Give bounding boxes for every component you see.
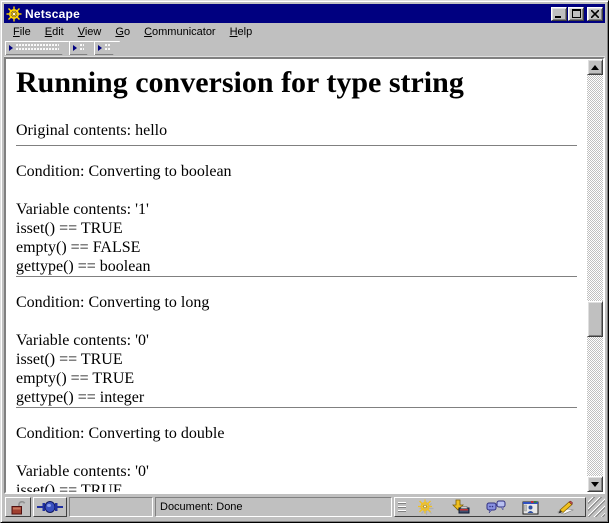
- variable-contents-line: Variable contents: '1': [16, 201, 149, 218]
- variable-contents-line: Variable contents: '0': [16, 332, 149, 349]
- security-button[interactable]: [5, 497, 31, 517]
- empty-line: empty() == FALSE: [16, 239, 141, 256]
- toolbar-strip: [4, 41, 605, 57]
- gettype-line: gettype() == integer: [16, 389, 145, 406]
- expand-arrow-icon: [98, 45, 102, 51]
- toolbar-grip-dots: [16, 44, 59, 52]
- address-book-button[interactable]: [513, 498, 548, 516]
- security-lock-icon: [11, 500, 26, 514]
- section-divider: [16, 276, 577, 278]
- window-title: Netscape: [25, 6, 80, 21]
- scroll-down-icon: [591, 481, 599, 487]
- expand-arrow-icon: [73, 45, 77, 51]
- address-book-icon: [522, 500, 539, 514]
- discussions-bubbles-icon: [486, 500, 506, 513]
- scroll-up-button[interactable]: [587, 59, 603, 75]
- statusbar: Document: Done: [4, 495, 605, 519]
- collapsed-personal-toolbar-tab[interactable]: [94, 41, 120, 55]
- minimize-button[interactable]: [551, 6, 567, 21]
- collapsed-navigation-toolbar-tab[interactable]: [5, 41, 69, 55]
- scroll-down-button[interactable]: [587, 476, 603, 492]
- netscape-window: Netscape File Edit View Go Communicator …: [0, 0, 609, 523]
- online-status-button[interactable]: [33, 497, 67, 517]
- close-icon: [591, 9, 599, 18]
- status-message: Document: Done: [155, 497, 392, 517]
- isset-line: isset() == TRUE: [16, 351, 123, 368]
- online-plug-icon: [37, 501, 63, 513]
- menu-file[interactable]: File: [6, 24, 38, 41]
- menubar: File Edit View Go Communicator Help: [4, 24, 605, 41]
- expand-arrow-icon: [9, 45, 13, 51]
- composer-button[interactable]: [548, 498, 583, 516]
- component-bar-grip[interactable]: [398, 500, 406, 514]
- window-resize-grip[interactable]: [588, 497, 605, 517]
- result-block: Variable contents: '1' isset() == TRUE e…: [16, 200, 577, 276]
- progress-meter: [69, 497, 153, 517]
- result-block: Variable contents: '0' isset() == TRUE: [16, 462, 577, 492]
- page-heading: Running conversion for type string: [16, 66, 464, 99]
- isset-line: isset() == TRUE: [16, 220, 123, 237]
- navigator-wheel-icon: [418, 499, 434, 515]
- scroll-up-icon: [591, 64, 599, 70]
- gettype-line: gettype() == boolean: [16, 258, 151, 275]
- discussions-button[interactable]: [479, 498, 514, 516]
- close-button[interactable]: [587, 6, 603, 21]
- inbox-icon: [452, 499, 470, 514]
- minimize-icon: [555, 15, 561, 18]
- empty-line: empty() == TRUE: [16, 370, 135, 387]
- condition-line: Condition: Converting to double: [16, 425, 225, 442]
- browser-viewport: Running conversion for type string Origi…: [4, 57, 605, 494]
- menu-view[interactable]: View: [71, 24, 109, 41]
- toolbar-grip-dots: [80, 44, 84, 52]
- condition-line: Condition: Converting to boolean: [16, 163, 232, 180]
- isset-line: isset() == TRUE: [16, 482, 123, 492]
- menu-go[interactable]: Go: [108, 24, 137, 41]
- vertical-scrollbar[interactable]: [587, 59, 603, 492]
- navigator-button[interactable]: [409, 498, 444, 516]
- result-block: Variable contents: '0' isset() == TRUE e…: [16, 331, 577, 407]
- maximize-button[interactable]: [568, 6, 584, 21]
- menu-communicator[interactable]: Communicator: [137, 24, 223, 41]
- titlebar[interactable]: Netscape: [4, 4, 605, 23]
- web-page: Running conversion for type string Origi…: [6, 59, 587, 492]
- section-divider: [16, 407, 577, 409]
- composer-pen-icon: [557, 500, 575, 514]
- inbox-button[interactable]: [444, 498, 479, 516]
- maximize-icon: [571, 9, 581, 18]
- netscape-logo-icon[interactable]: [6, 6, 22, 22]
- component-bar: [394, 497, 586, 517]
- condition-line: Condition: Converting to long: [16, 294, 210, 311]
- toolbar-grip-dots: [105, 44, 110, 52]
- original-contents-line: Original contents: hello: [16, 122, 168, 139]
- variable-contents-line: Variable contents: '0': [16, 463, 149, 480]
- menu-help[interactable]: Help: [223, 24, 260, 41]
- scrollbar-thumb[interactable]: [587, 301, 603, 337]
- collapsed-location-toolbar-tab[interactable]: [69, 41, 94, 55]
- menu-edit[interactable]: Edit: [38, 24, 71, 41]
- section-divider: [16, 145, 577, 147]
